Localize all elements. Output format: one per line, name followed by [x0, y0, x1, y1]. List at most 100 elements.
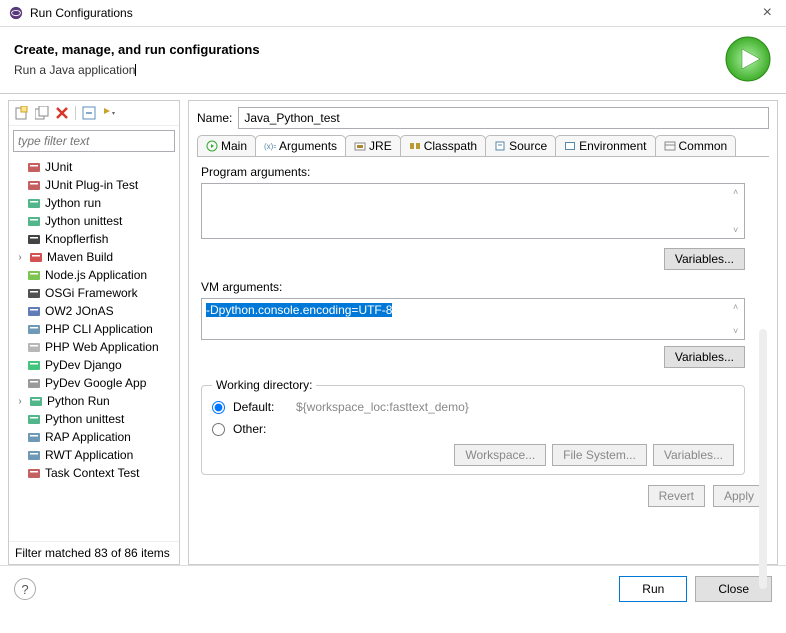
tab-arguments[interactable]: (x)=Arguments: [255, 135, 346, 156]
expand-icon[interactable]: ›: [15, 252, 25, 263]
tree-item-label: JUnit Plug-in Test: [45, 178, 138, 192]
tab-environment[interactable]: Environment: [555, 135, 655, 156]
tree-item-knopflerfish[interactable]: Knopflerfish: [9, 230, 179, 248]
delete-icon[interactable]: [53, 104, 71, 122]
close-icon[interactable]: ×: [757, 4, 778, 22]
node-icon: [27, 268, 41, 282]
window-title: Run Configurations: [30, 6, 757, 20]
jre-icon: [354, 140, 366, 152]
tree-item-python-test[interactable]: Python unittest: [9, 410, 179, 428]
config-tree[interactable]: JUnit JUnit Plug-in Test Jython run Jython …: [9, 156, 179, 541]
tab-label: Common: [679, 139, 728, 153]
tree-item-label: PyDev Django: [45, 358, 122, 372]
maven-icon: [29, 250, 43, 264]
workspace-button[interactable]: Workspace...: [454, 444, 546, 466]
tree-item-label: Python Run: [47, 394, 110, 408]
tree-item-osgi[interactable]: OSGi Framework: [9, 284, 179, 302]
arguments-tab-content: Program arguments: ˄ ˅ Variables... VM a…: [197, 157, 769, 558]
tab-label: Environment: [579, 139, 646, 153]
tab-jre[interactable]: JRE: [345, 135, 401, 156]
tree-item-django[interactable]: PyDev Django: [9, 356, 179, 374]
php-web-icon: [27, 340, 41, 354]
tree-item-label: Jython run: [45, 196, 101, 210]
google-app-icon: [27, 376, 41, 390]
osgi-icon: [27, 286, 41, 300]
wd-variables-button[interactable]: Variables...: [653, 444, 734, 466]
program-args-label: Program arguments:: [201, 165, 765, 179]
name-input[interactable]: [238, 107, 769, 129]
help-icon[interactable]: ?: [14, 578, 36, 600]
tree-item-jonas[interactable]: OW2 JOnAS: [9, 302, 179, 320]
junit-plugin-icon: [27, 178, 41, 192]
tree-item-label: Maven Build: [47, 250, 113, 264]
view-menu-icon[interactable]: [100, 104, 118, 122]
working-directory-group: Working directory: Default: ${workspace_…: [201, 378, 745, 475]
new-config-icon[interactable]: [13, 104, 31, 122]
default-radio-label: Default:: [233, 400, 288, 414]
vm-args-selected-text: -Dpython.console.encoding=UTF-8: [206, 303, 392, 317]
program-variables-button[interactable]: Variables...: [664, 248, 745, 270]
tree-item-label: OSGi Framework: [45, 286, 138, 300]
duplicate-icon[interactable]: [33, 104, 51, 122]
jython-test-icon: [27, 214, 41, 228]
collapse-all-icon[interactable]: [80, 104, 98, 122]
vm-args-textarea[interactable]: -Dpython.console.encoding=UTF-8: [201, 298, 745, 340]
tree-item-task-context[interactable]: Task Context Test: [9, 464, 179, 482]
rwt-icon: [27, 448, 41, 462]
task-context-icon: [27, 466, 41, 480]
scrollbar[interactable]: [759, 329, 767, 589]
apply-button[interactable]: Apply: [713, 485, 765, 507]
tab-source[interactable]: Source: [485, 135, 556, 156]
tab-main[interactable]: Main: [197, 135, 256, 156]
svg-text:(x)=: (x)=: [264, 142, 276, 151]
default-radio[interactable]: [212, 401, 225, 414]
filter-input[interactable]: [13, 130, 175, 152]
expand-icon[interactable]: ›: [15, 396, 25, 407]
tree-toolbar: [9, 101, 179, 126]
dialog-header: Create, manage, and run configurations R…: [0, 27, 786, 93]
tree-item-label: Task Context Test: [45, 466, 140, 480]
django-icon: [27, 358, 41, 372]
tree-item-label: OW2 JOnAS: [45, 304, 114, 318]
tree-item-jython-test[interactable]: Jython unittest: [9, 212, 179, 230]
tree-item-rap[interactable]: RAP Application: [9, 428, 179, 446]
filesystem-button[interactable]: File System...: [552, 444, 647, 466]
tree-item-maven[interactable]: › Maven Build: [9, 248, 179, 266]
tab-label: Classpath: [424, 139, 477, 153]
toolbar-separator: [75, 106, 76, 120]
tree-item-junit-plugin[interactable]: JUnit Plug-in Test: [9, 176, 179, 194]
tab-common[interactable]: Common: [655, 135, 737, 156]
tab-label: JRE: [369, 139, 392, 153]
vm-variables-button[interactable]: Variables...: [664, 346, 745, 368]
tree-item-google-app[interactable]: PyDev Google App: [9, 374, 179, 392]
name-label: Name:: [197, 111, 232, 125]
working-directory-legend: Working directory:: [212, 378, 316, 392]
tree-item-junit[interactable]: JUnit: [9, 158, 179, 176]
other-radio[interactable]: [212, 423, 225, 436]
config-detail-panel: Name: Main(x)=ArgumentsJREClasspathSourc…: [188, 100, 778, 565]
divider: [0, 93, 786, 94]
page-subtitle: Run a Java application: [14, 63, 135, 77]
tab-label: Arguments: [279, 139, 337, 153]
python-icon: [29, 394, 43, 408]
tree-item-label: PHP Web Application: [45, 340, 159, 354]
tree-item-label: RWT Application: [45, 448, 133, 462]
revert-button[interactable]: Revert: [648, 485, 705, 507]
tree-item-php-cli[interactable]: PHP CLI Application: [9, 320, 179, 338]
scroll-down-icon: ˅: [733, 326, 741, 334]
tree-item-node[interactable]: Node.js Application: [9, 266, 179, 284]
scroll-up-icon: ˄: [733, 302, 741, 310]
run-button[interactable]: Run: [619, 576, 687, 602]
tab-classpath[interactable]: Classpath: [400, 135, 486, 156]
tree-item-jython[interactable]: Jython run: [9, 194, 179, 212]
tree-item-python[interactable]: › Python Run: [9, 392, 179, 410]
tab-bar: Main(x)=ArgumentsJREClasspathSourceEnvir…: [197, 135, 769, 157]
tree-item-rwt[interactable]: RWT Application: [9, 446, 179, 464]
program-args-textarea[interactable]: [201, 183, 745, 239]
jonas-icon: [27, 304, 41, 318]
scroll-down-icon: ˅: [733, 225, 741, 233]
knopflerfish-icon: [27, 232, 41, 246]
tree-item-label: RAP Application: [45, 430, 131, 444]
page-title: Create, manage, and run configurations: [14, 42, 724, 57]
tree-item-php-web[interactable]: PHP Web Application: [9, 338, 179, 356]
